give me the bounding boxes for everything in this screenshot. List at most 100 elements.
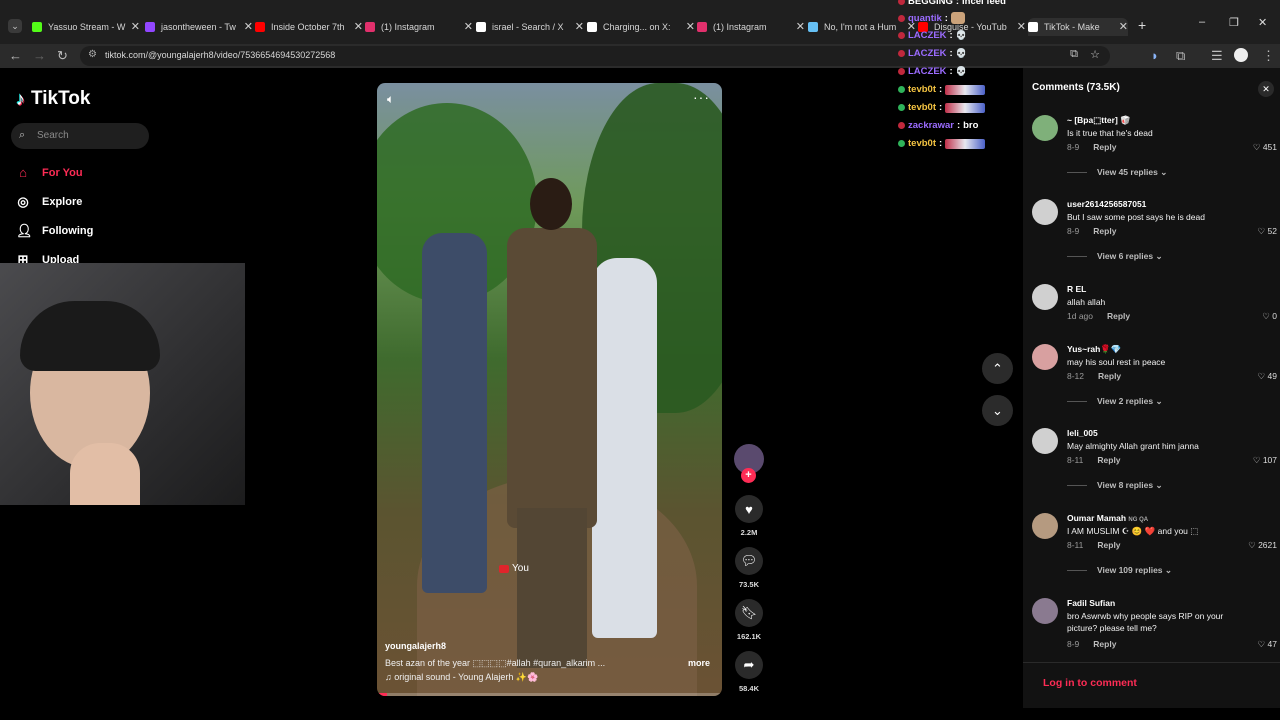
tab-search-button[interactable]: ⌄ [8, 19, 22, 33]
nav-item-explore[interactable]: ◎ Explore [16, 194, 82, 210]
chat-username[interactable]: LACZEK [908, 66, 947, 77]
comment-like[interactable]: ♡ 52 [1258, 226, 1277, 237]
tab-close-icon[interactable]: ✕ [1119, 20, 1128, 33]
description-more-button[interactable]: more [688, 658, 710, 668]
side-panel-icon[interactable]: ☰ [1211, 48, 1223, 64]
commenter-avatar[interactable] [1032, 284, 1058, 310]
like-action[interactable]: ♥ 2.2M [734, 495, 764, 537]
chat-username[interactable]: LACZEK [908, 30, 947, 41]
forward-icon[interactable]: → [33, 48, 46, 63]
heart-outline-icon[interactable]: ♡ [1258, 371, 1266, 381]
chat-username[interactable]: BEGGING [908, 0, 953, 7]
browser-tab[interactable]: Yassuo Stream - W ✕ [32, 18, 140, 36]
profile-avatar[interactable] [1234, 48, 1248, 62]
reply-button[interactable]: Reply [1097, 455, 1120, 465]
comment-like[interactable]: ♡ 49 [1258, 371, 1277, 382]
tab-close-icon[interactable]: ✕ [796, 20, 805, 33]
back-icon[interactable]: ← [9, 48, 22, 63]
extensions-puzzle-icon[interactable]: ⧉ [1176, 48, 1185, 64]
comment-username[interactable]: R EL [1067, 284, 1086, 294]
heart-outline-icon[interactable]: ♡ [1258, 639, 1266, 649]
video-author[interactable]: youngalajerh8 [385, 641, 446, 651]
reload-icon[interactable]: ↻ [57, 48, 68, 64]
view-replies-button[interactable]: View 109 replies ⌄ [1067, 565, 1172, 576]
tiktok-logo[interactable]: ♪ TikTok [16, 88, 90, 110]
browser-tab[interactable]: (1) Instagram ✕ [365, 18, 473, 36]
tab-close-icon[interactable]: ✕ [575, 20, 584, 33]
comment-username[interactable]: ~ [Bpa⬚tter] 🥡 [1067, 115, 1131, 126]
comment-like[interactable]: ♡ 0 [1262, 311, 1277, 322]
comment-username[interactable]: Yus~rah🌹💎 [1067, 344, 1121, 355]
browser-tab[interactable]: TikTok - Make ✕ [1028, 18, 1128, 36]
tab-close-icon[interactable]: ✕ [131, 20, 140, 33]
commenter-avatar[interactable] [1032, 344, 1058, 370]
reply-button[interactable]: Reply [1097, 540, 1120, 550]
close-comments-icon[interactable]: ✕ [1258, 81, 1274, 97]
tab-close-icon[interactable]: ✕ [1017, 20, 1026, 33]
video-player[interactable]: 🔈︎ ··· You youngalajerh8 Best azan of th… [377, 83, 722, 696]
volume-icon[interactable]: 🔈︎ [387, 92, 394, 107]
comment-like[interactable]: ♡ 2621 [1248, 540, 1277, 551]
commenter-avatar[interactable] [1032, 598, 1058, 624]
heart-outline-icon[interactable]: ♡ [1262, 311, 1270, 321]
view-replies-button[interactable]: View 6 replies ⌄ [1067, 251, 1163, 262]
comment-like[interactable]: ♡ 107 [1253, 455, 1277, 466]
browser-tab[interactable]: (1) Instagram ✕ [697, 18, 805, 36]
window-close-button[interactable]: ✕ [1258, 16, 1267, 29]
browser-tab[interactable]: israel - Search / X ✕ [476, 18, 584, 36]
tab-close-icon[interactable]: ✕ [686, 20, 695, 33]
share-icon[interactable]: ➦ [735, 651, 763, 679]
commenter-avatar[interactable] [1032, 513, 1058, 539]
reply-button[interactable]: Reply [1107, 311, 1130, 321]
browser-menu-icon[interactable]: ⋮ [1262, 48, 1275, 64]
heart-outline-icon[interactable]: ♡ [1253, 142, 1261, 152]
heart-outline-icon[interactable]: ♡ [1253, 455, 1261, 465]
heart-outline-icon[interactable]: ♡ [1258, 226, 1266, 236]
comment-username[interactable]: Fadil Sufian [1067, 598, 1115, 608]
commenter-avatar[interactable] [1032, 428, 1058, 454]
view-replies-button[interactable]: View 45 replies ⌄ [1067, 167, 1167, 178]
video-progress-bar[interactable] [377, 693, 722, 696]
comment-username[interactable]: leli_005 [1067, 428, 1098, 438]
comment-action[interactable]: 💬︎ 73.5K [734, 547, 764, 589]
login-to-comment-link[interactable]: Log in to comment [1043, 677, 1137, 689]
chat-username[interactable]: tevb0t [908, 84, 936, 95]
extension-icon[interactable]: ◗ [1151, 48, 1159, 63]
bookmark-icon[interactable]: 🔖︎ [735, 599, 763, 627]
tab-close-icon[interactable]: ✕ [354, 20, 363, 33]
chat-username[interactable]: tevb0t [908, 138, 936, 149]
follow-plus-icon[interactable]: + [741, 468, 756, 483]
nav-item-following[interactable]: 👤︎ Following [16, 223, 93, 239]
reply-button[interactable]: Reply [1093, 226, 1116, 236]
nav-item-for-you[interactable]: ⌂ For You [16, 165, 82, 180]
previous-video-button[interactable]: ⌃ [982, 353, 1013, 384]
heart-outline-icon[interactable]: ♡ [1248, 540, 1256, 550]
reply-button[interactable]: Reply [1093, 639, 1116, 649]
chat-username[interactable]: quantik [908, 13, 942, 24]
reply-button[interactable]: Reply [1093, 142, 1116, 152]
minimize-button[interactable]: – [1199, 16, 1205, 28]
tab-close-icon[interactable]: ✕ [244, 20, 253, 33]
comment-username[interactable]: Oumar Mamah NG QA [1067, 513, 1148, 523]
chat-username[interactable]: tevb0t [908, 102, 936, 113]
commenter-avatar[interactable] [1032, 115, 1058, 141]
search-input[interactable]: ⌕ Search [11, 123, 149, 149]
reply-button[interactable]: Reply [1098, 371, 1121, 381]
install-app-icon[interactable]: ⧉ [1070, 48, 1078, 61]
comment-like[interactable]: ♡ 47 [1258, 639, 1277, 650]
comment-like[interactable]: ♡ 451 [1253, 142, 1277, 153]
chat-username[interactable]: zackrawar [908, 120, 954, 131]
bookmark-star-icon[interactable]: ☆ [1090, 48, 1100, 61]
share-action[interactable]: ➦ 58.4K [734, 651, 764, 693]
comment-username[interactable]: user2614256587051 [1067, 199, 1146, 209]
heart-icon[interactable]: ♥ [735, 495, 763, 523]
view-replies-button[interactable]: View 8 replies ⌄ [1067, 480, 1163, 491]
browser-tab[interactable]: jasontheween - Tw ✕ [145, 18, 253, 36]
comment-icon[interactable]: 💬︎ [735, 547, 763, 575]
video-more-options-icon[interactable]: ··· [693, 89, 710, 105]
save-action[interactable]: 🔖︎ 162.1K [734, 599, 764, 641]
tab-close-icon[interactable]: ✕ [464, 20, 473, 33]
browser-tab[interactable]: Inside October 7th ✕ [255, 18, 363, 36]
view-replies-button[interactable]: View 2 replies ⌄ [1067, 396, 1163, 407]
chat-username[interactable]: LACZEK [908, 48, 947, 59]
